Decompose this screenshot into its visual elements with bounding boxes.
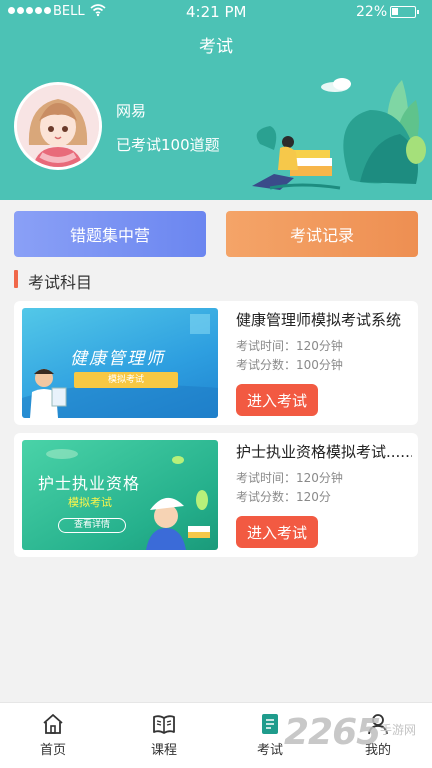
wrong-questions-button[interactable]: 错题集中营 [14, 211, 206, 257]
exam-banner-nurse[interactable]: 护士执业资格 模拟考试 查看详情 [22, 440, 218, 550]
carrier-label: BELL [53, 4, 85, 19]
home-icon [43, 714, 63, 734]
exam-time: 考试时间：120分钟 [236, 339, 343, 353]
section-title: 考试科目 [28, 273, 93, 292]
banner-title: 护士执业资格 [38, 474, 141, 493]
banner-subtitle: 模拟考试 [74, 372, 178, 388]
page-title: 考试 [199, 37, 233, 57]
battery-icon [390, 6, 419, 18]
exam-banner-health[interactable]: 健康管理师 模拟考试 [22, 308, 218, 418]
exam-card[interactable]: 健康管理师 模拟考试 健康管理师模拟考试系统 考试时间：120分钟 考试分数：1… [14, 301, 418, 425]
nav-item-home[interactable]: 首页 [13, 713, 93, 758]
exam-icon [262, 714, 278, 734]
user-stats: 已考试100道题 [116, 136, 220, 154]
exam-record-button[interactable]: 考试记录 [226, 211, 418, 257]
header: BELL 4:21 PM 22% 考试 网易 已考试100道题 [0, 0, 432, 200]
watermark-text: 手游网 [380, 723, 417, 737]
wifi-icon [90, 3, 106, 21]
exam-time: 考试时间：120分钟 [236, 471, 343, 485]
exam-title: 健康管理师模拟考试系统 [236, 311, 402, 329]
nav-label: 首页 [39, 743, 66, 758]
exam-score: 考试分数：100分钟 [236, 358, 343, 372]
book-icon [153, 715, 175, 734]
section-marker [14, 270, 18, 288]
avatar[interactable] [14, 82, 102, 170]
clock: 4:21 PM [186, 3, 247, 21]
enter-exam-button[interactable]: 进入考试 [236, 516, 318, 548]
nav-label: 考试 [256, 743, 283, 758]
banner-title: 健康管理师 [70, 349, 165, 369]
user-name: 网易 [116, 102, 147, 120]
watermark-number: 2265 [284, 712, 381, 753]
signal-icon [8, 7, 51, 14]
view-details-button[interactable]: 查看详情 [58, 518, 126, 533]
battery-percent: 22% [356, 4, 388, 20]
enter-exam-button[interactable]: 进入考试 [236, 384, 318, 416]
exam-title: 护士执业资格模拟考试...... [236, 443, 412, 461]
reading-illustration [178, 70, 432, 195]
nav-item-course[interactable]: 课程 [124, 713, 204, 758]
status-bar: BELL 4:21 PM 22% [0, 0, 432, 24]
banner-subtitle: 模拟考试 [68, 496, 112, 509]
exam-card[interactable]: 护士执业资格 模拟考试 查看详情 护士执业资格模拟考试...... 考试时间：1… [14, 433, 418, 557]
nav-label: 课程 [150, 743, 177, 758]
exam-score: 考试分数：120分 [236, 490, 331, 504]
